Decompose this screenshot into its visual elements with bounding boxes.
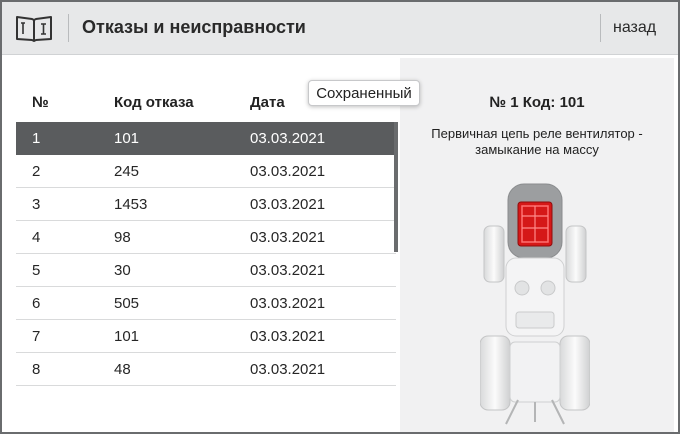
table-scrollbar[interactable] [394, 122, 398, 252]
faults-table: № Код отказа Дата 1 101 03.03.2021 2 245… [16, 60, 396, 432]
cell-date: 03.03.2021 [250, 361, 326, 378]
cell-number: 5 [32, 262, 41, 279]
table-body: 1 101 03.03.2021 2 245 03.03.2021 3 1453… [16, 122, 396, 386]
cell-number: 6 [32, 295, 41, 312]
cell-number: 1 [32, 130, 41, 147]
cell-date: 03.03.2021 [250, 229, 326, 246]
cell-date: 03.03.2021 [250, 163, 326, 180]
table-row[interactable]: 8 48 03.03.2021 [16, 353, 396, 386]
table-row[interactable]: 3 1453 03.03.2021 [16, 188, 396, 221]
header-divider [68, 14, 69, 42]
manual-book-icon[interactable] [15, 14, 53, 42]
cell-code: 48 [114, 361, 131, 378]
cell-code: 101 [114, 328, 140, 345]
cell-number: 4 [32, 229, 41, 246]
back-divider [600, 14, 601, 42]
cell-code: 505 [114, 295, 140, 312]
cell-code: 30 [114, 262, 131, 279]
column-header-date: Дата [250, 94, 285, 111]
cell-number: 8 [32, 361, 41, 378]
cell-date: 03.03.2021 [250, 328, 326, 345]
cell-number: 2 [32, 163, 41, 180]
table-row[interactable]: 6 505 03.03.2021 [16, 287, 396, 320]
saved-tooltip: Сохраненный [308, 80, 420, 106]
table-row[interactable]: 4 98 03.03.2021 [16, 221, 396, 254]
cell-code: 98 [114, 229, 131, 246]
app-window: Отказы и неисправности назад № Код отказ… [2, 2, 678, 432]
cell-date: 03.03.2021 [250, 262, 326, 279]
column-header-code: Код отказа [114, 94, 194, 111]
page-title: Отказы и неисправности [82, 17, 306, 37]
table-row[interactable]: 1 101 03.03.2021 [16, 122, 396, 155]
table-row[interactable]: 7 101 03.03.2021 [16, 320, 396, 353]
header-bar: Отказы и неисправности назад [2, 2, 678, 55]
cell-date: 03.03.2021 [250, 295, 326, 312]
table-row[interactable]: 5 30 03.03.2021 [16, 254, 396, 287]
tractor-top-view-icon [480, 183, 590, 425]
back-button[interactable]: назад [613, 19, 656, 37]
cell-code: 1453 [114, 196, 148, 213]
cell-number: 7 [32, 328, 41, 345]
cell-code: 245 [114, 163, 140, 180]
cell-code: 101 [114, 130, 140, 147]
cell-number: 3 [32, 196, 41, 213]
fault-detail-title: № 1 Код: 101 [489, 94, 585, 111]
cell-date: 03.03.2021 [250, 196, 326, 213]
column-header-number: № [32, 94, 49, 111]
cell-date: 03.03.2021 [250, 130, 326, 147]
fault-detail-panel: № 1 Код: 101 Первичная цепь реле вентиля… [400, 58, 674, 432]
fault-description: Первичная цепь реле вентилятор - замыкан… [431, 126, 643, 157]
table-row[interactable]: 2 245 03.03.2021 [16, 155, 396, 188]
